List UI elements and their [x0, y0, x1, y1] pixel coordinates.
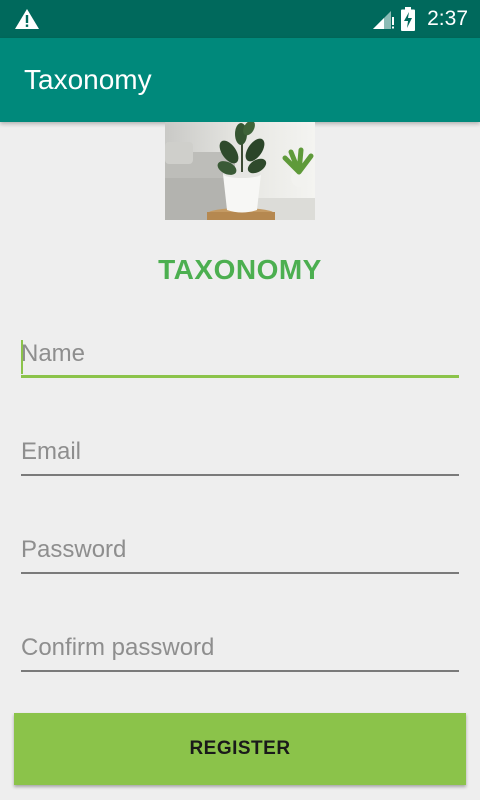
email-input[interactable] — [21, 432, 459, 476]
status-time: 2:37 — [427, 7, 468, 30]
name-input[interactable] — [21, 334, 459, 378]
cell-signal-icon — [373, 11, 395, 29]
status-icons: 2:37 — [371, 0, 468, 38]
register-button[interactable]: REGISTER — [14, 713, 466, 785]
brand-title: TAXONOMY — [158, 254, 322, 285]
password-input[interactable] — [21, 530, 459, 574]
password-field[interactable] — [21, 530, 459, 574]
email-field[interactable] — [21, 432, 459, 476]
password-field-underline — [21, 572, 459, 574]
potted-plant-image — [165, 122, 315, 220]
email-field-underline — [21, 474, 459, 476]
confirm-password-field[interactable] — [21, 628, 459, 672]
name-field[interactable] — [21, 334, 459, 378]
confirm-password-field-underline — [21, 670, 459, 672]
text-cursor — [21, 340, 23, 374]
name-field-underline — [21, 375, 459, 378]
confirm-password-input[interactable] — [21, 628, 459, 672]
status-bar: 2:37 — [0, 0, 480, 38]
app-title: Taxonomy — [24, 64, 152, 95]
app-bar: Taxonomy — [0, 38, 480, 122]
warning-icon — [15, 9, 39, 29]
battery-charging-icon — [401, 7, 416, 31]
